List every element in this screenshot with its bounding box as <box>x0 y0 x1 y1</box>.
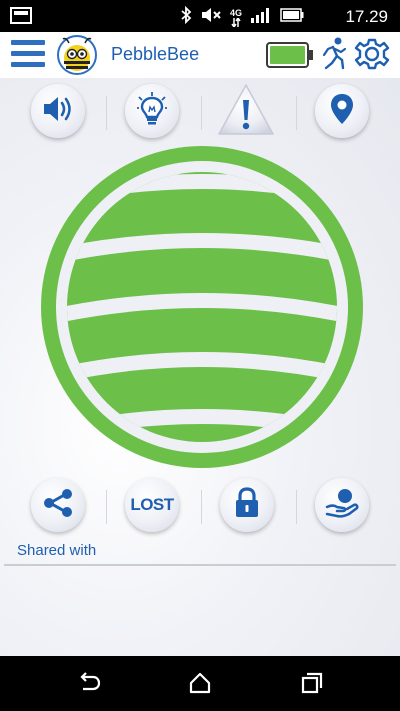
screenshot-icon <box>10 7 32 29</box>
menu-button[interactable] <box>11 40 45 70</box>
battery-level-icon[interactable] <box>266 42 314 73</box>
share-icon <box>42 488 74 523</box>
mute-icon <box>200 6 222 29</box>
hand-ball-icon <box>325 487 359 524</box>
shared-divider <box>4 564 396 566</box>
app-title: PebbleBee <box>111 44 200 64</box>
app-header: PebbleBee <box>0 32 400 78</box>
lock-button[interactable] <box>220 478 274 532</box>
menu-icon <box>11 40 45 45</box>
runner-icon[interactable] <box>316 36 350 77</box>
share-button[interactable] <box>31 478 85 532</box>
light-button[interactable] <box>125 84 179 138</box>
divider <box>106 490 107 524</box>
divider <box>201 96 202 130</box>
lock-icon <box>233 486 261 524</box>
recents-icon <box>301 672 323 694</box>
alert-icon <box>218 84 274 135</box>
divider <box>106 96 107 130</box>
clock: 17.29 <box>345 7 388 26</box>
bottom-action-row: LOST <box>0 476 400 536</box>
home-button[interactable] <box>188 671 212 695</box>
device-ball-graphic[interactable] <box>40 144 364 475</box>
bee-logo <box>56 34 98 76</box>
divider <box>296 96 297 130</box>
nav-bar <box>0 656 400 711</box>
top-action-row <box>0 84 400 144</box>
location-button[interactable] <box>315 84 369 138</box>
lost-button[interactable]: LOST <box>125 478 179 532</box>
battery-icon <box>280 8 304 27</box>
divider <box>201 490 202 524</box>
speaker-icon <box>41 94 75 129</box>
status-bar: 4G 17.29 <box>0 0 400 32</box>
home-icon <box>189 672 211 694</box>
lost-label: LOST <box>130 495 174 514</box>
alert-button[interactable] <box>216 82 276 138</box>
signal-icon <box>250 7 272 28</box>
network-4g-icon: 4G <box>230 8 242 27</box>
lightbulb-icon <box>136 91 168 131</box>
bluetooth-icon <box>180 5 192 29</box>
shared-with-label: Shared with <box>17 542 97 559</box>
divider <box>296 490 297 524</box>
sound-button[interactable] <box>31 84 85 138</box>
gear-icon[interactable] <box>354 36 390 77</box>
find-phone-button[interactable] <box>315 478 369 532</box>
main-content: LOST Shared with <box>0 78 400 656</box>
location-pin-icon <box>329 92 355 131</box>
recents-button[interactable] <box>300 671 324 695</box>
back-button[interactable] <box>77 671 101 695</box>
back-icon <box>80 672 101 691</box>
